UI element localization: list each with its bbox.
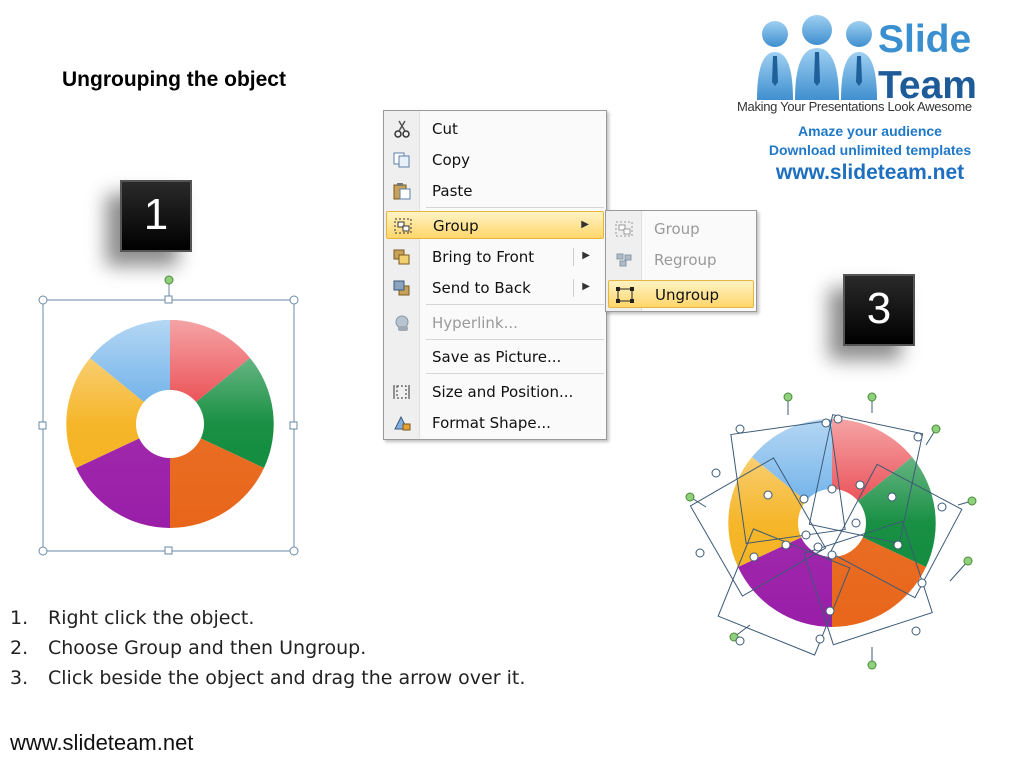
instruction-number: 3. xyxy=(10,667,29,689)
step-3-badge: 3 xyxy=(843,274,915,346)
menu-item-copy[interactable]: Copy xyxy=(386,146,604,174)
copy-icon xyxy=(393,152,410,168)
resize-handle[interactable] xyxy=(38,546,48,556)
menu-item-send-to-back[interactable]: Send to Back ▶ xyxy=(386,274,604,302)
instruction-text: Click beside the object and drag the arr… xyxy=(48,667,526,689)
resize-handle[interactable] xyxy=(289,546,299,556)
menu-item-label: Save as Picture... xyxy=(432,348,562,366)
menu-item-format-shape[interactable]: Format Shape... xyxy=(386,409,604,437)
submenu-arrow-icon[interactable]: ▶ xyxy=(582,250,590,261)
instruction-item: 2. Choose Group and then Ungroup. xyxy=(10,637,525,667)
slideteam-logo: Slide Team Making Your Presentations Loo… xyxy=(735,10,1015,190)
menu-item-label: Bring to Front xyxy=(432,248,535,266)
instruction-item: 1. Right click the object. xyxy=(10,607,525,637)
menu-separator xyxy=(426,207,604,208)
menu-item-bring-to-front[interactable]: Bring to Front ▶ xyxy=(386,243,604,271)
resize-handle[interactable] xyxy=(164,546,173,555)
logo-url[interactable]: www.slideteam.net xyxy=(735,161,1005,185)
menu-item-label: Cut xyxy=(432,120,458,138)
resize-handle[interactable] xyxy=(289,421,298,430)
regroup-icon xyxy=(616,253,632,267)
menu-separator xyxy=(426,373,604,374)
resize-handle[interactable] xyxy=(164,295,173,304)
scissors-icon xyxy=(394,120,410,138)
group-icon xyxy=(615,221,633,237)
ungroup-icon xyxy=(616,287,634,303)
step-1-badge: 1 xyxy=(120,180,192,252)
logo-amaze-text: Amaze your audience xyxy=(798,123,942,139)
resize-handle[interactable] xyxy=(38,295,48,305)
slide-title: Ungrouping the object xyxy=(62,68,286,91)
footer-url[interactable]: www.slideteam.net xyxy=(10,730,193,756)
menu-item-hyperlink[interactable]: Hyperlink... xyxy=(386,309,604,337)
size-position-icon xyxy=(393,385,410,399)
ungrouped-puzzle-ring[interactable] xyxy=(680,385,980,675)
menu-item-cut[interactable]: Cut xyxy=(386,115,604,143)
group-submenu: Group Regroup Ungroup xyxy=(605,210,757,312)
menu-item-label: Size and Position... xyxy=(432,383,574,401)
submenu-arrow-icon[interactable]: ▶ xyxy=(582,281,590,292)
menu-item-save-as-picture[interactable]: Save as Picture... xyxy=(386,343,604,371)
menu-separator xyxy=(426,339,604,340)
logo-download-text: Download unlimited templates xyxy=(768,142,972,158)
logo-tagline: Making Your Presentations Look Awesome xyxy=(737,99,972,114)
hyperlink-icon xyxy=(395,315,409,331)
menu-split-divider xyxy=(573,248,574,266)
menu-item-label: Send to Back xyxy=(432,279,531,297)
bring-to-front-icon xyxy=(393,249,410,265)
submenu-item-ungroup[interactable]: Ungroup xyxy=(608,280,754,308)
paste-icon xyxy=(393,183,411,200)
menu-item-size-and-position[interactable]: Size and Position... xyxy=(386,378,604,406)
menu-item-group[interactable]: Group ▶ xyxy=(386,211,604,239)
instruction-text: Right click the object. xyxy=(48,607,255,629)
group-icon xyxy=(394,218,412,234)
logo-word-slide: Slide xyxy=(878,18,972,61)
menu-item-label: Format Shape... xyxy=(432,414,551,432)
people-logo-icon xyxy=(757,15,877,100)
grouped-puzzle-ring[interactable] xyxy=(36,272,304,558)
resize-handle[interactable] xyxy=(289,295,299,305)
instruction-number: 2. xyxy=(10,637,29,659)
menu-item-label: Hyperlink... xyxy=(432,314,518,332)
submenu-item-label: Group xyxy=(654,220,700,238)
submenu-item-label: Regroup xyxy=(654,251,717,269)
context-menu: Cut Copy Paste Group ▶ Bring to Front ▶ … xyxy=(383,110,607,440)
resize-handle[interactable] xyxy=(38,421,47,430)
menu-item-label: Group xyxy=(433,217,479,235)
instruction-list: 1. Right click the object. 2. Choose Group… xyxy=(10,607,525,697)
menu-item-paste[interactable]: Paste xyxy=(386,177,604,205)
instruction-item: 3. Click beside the object and drag the a… xyxy=(10,667,525,697)
menu-item-label: Paste xyxy=(432,182,473,200)
menu-split-divider xyxy=(573,279,574,297)
submenu-item-group[interactable]: Group xyxy=(608,215,754,243)
rotate-handle[interactable] xyxy=(164,275,174,285)
instruction-text: Choose Group and then Ungroup. xyxy=(48,637,367,659)
submenu-arrow-icon: ▶ xyxy=(581,219,589,230)
menu-item-label: Copy xyxy=(432,151,471,169)
submenu-item-label: Ungroup xyxy=(655,286,720,304)
format-shape-icon xyxy=(394,415,411,431)
instruction-number: 1. xyxy=(10,607,29,629)
menu-separator xyxy=(426,304,604,305)
send-to-back-icon xyxy=(393,280,410,296)
submenu-item-regroup[interactable]: Regroup xyxy=(608,246,754,274)
